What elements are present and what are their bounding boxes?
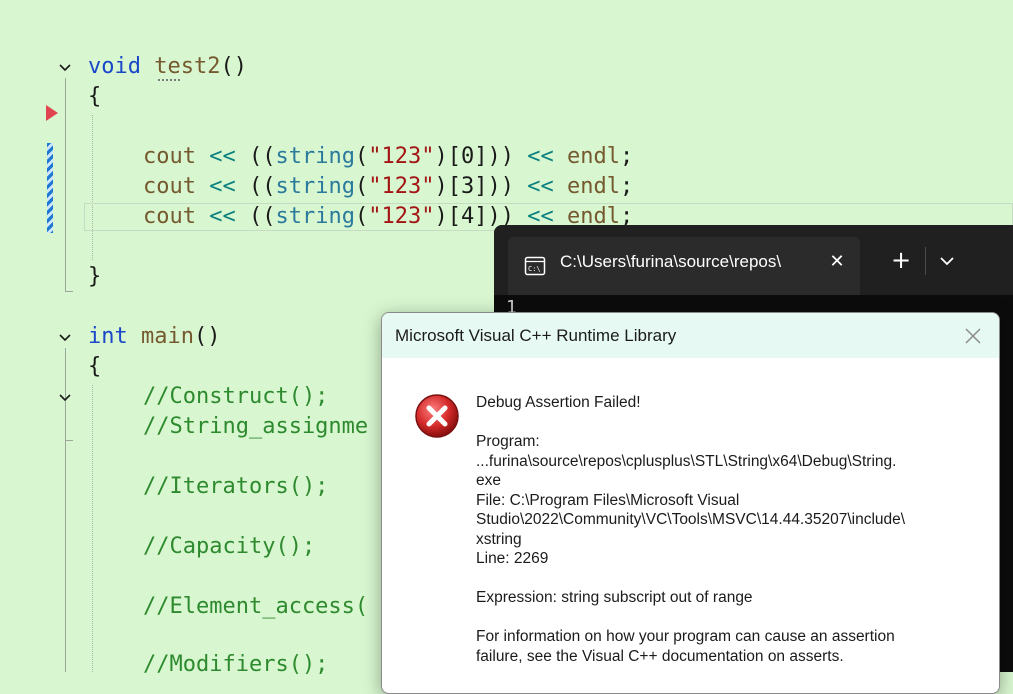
code-line-main-decl[interactable]: int main() (88, 322, 220, 352)
new-tab-button[interactable]: + (888, 247, 914, 273)
indent-guide (92, 115, 93, 260)
code-line-cout-0[interactable]: cout << ((string("123")[0])) << endl; (143, 142, 633, 172)
endl: endl (566, 144, 620, 169)
program-path: ...furina\source\repos\cplusplus\STL\Str… (476, 452, 897, 470)
code-comment[interactable]: //Element_access( (143, 592, 368, 622)
string-literal: "123" (368, 204, 435, 229)
brace: } (88, 264, 102, 289)
program-path-cont: exe (476, 472, 501, 489)
operator: << (209, 144, 236, 169)
fold-chevron-down-icon[interactable] (56, 59, 74, 77)
function-name: main (141, 324, 194, 349)
terminal-icon: C:\ (524, 255, 546, 277)
stream: cout (143, 174, 196, 199)
paren-open: (( (248, 174, 276, 199)
function-name: test2 (154, 54, 221, 79)
code-comment[interactable]: //Modifiers(); (143, 650, 328, 680)
code-line-open-brace[interactable]: { (88, 352, 101, 382)
fold-chevron-down-icon[interactable] (56, 389, 74, 407)
chevron-down-icon[interactable] (934, 249, 960, 273)
dialog-titlebar[interactable]: Microsoft Visual C++ Runtime Library (382, 313, 999, 358)
operator: << (527, 144, 554, 169)
svg-text:C:\: C:\ (528, 265, 541, 273)
bracket: ] (474, 204, 488, 229)
paren-open: (( (248, 144, 276, 169)
terminal-tab-title: C:\Users\furina\source\repos\ (560, 252, 782, 271)
tab-close-icon[interactable]: ✕ (826, 251, 848, 273)
close-icon[interactable] (962, 325, 984, 347)
terminal-tab-bar: C:\ C:\Users\furina\source\repos\ ✕ + (494, 225, 1013, 295)
file-path-cont: Studio\2022\Community\VC\Tools\MSVC\14.4… (476, 511, 906, 528)
paren: ( (354, 204, 369, 229)
file-path-cont: xstring (476, 530, 522, 548)
paren: ( (354, 144, 369, 169)
dialog-message: Debug Assertion Failed! Program: ...furi… (476, 393, 966, 666)
string-literal: "123" (368, 174, 435, 199)
type-name: string (275, 174, 355, 199)
terminal-tab[interactable]: C:\ C:\Users\furina\source\repos\ ✕ (508, 237, 860, 295)
assertion-dialog[interactable]: Microsoft Visual C++ Runtime Library Deb… (381, 312, 1000, 694)
operator: << (209, 204, 236, 229)
index: 3 (460, 174, 475, 199)
semicolon: ; (619, 174, 634, 199)
fold-guide-end (65, 440, 73, 441)
index: 0 (460, 144, 475, 169)
keyword-void: void (88, 54, 141, 79)
operator: << (527, 174, 554, 199)
code-line-open-brace[interactable]: { (88, 82, 101, 112)
brace: { (88, 354, 102, 379)
stream: cout (143, 204, 196, 229)
info-text: For information on how your program can … (476, 628, 895, 645)
dialog-title: Microsoft Visual C++ Runtime Library (395, 326, 677, 345)
code-line-close-brace[interactable]: } (88, 262, 101, 292)
stream: cout (143, 144, 196, 169)
bracket: [ (447, 144, 461, 169)
bracket: [ (447, 204, 461, 229)
paren: ) (434, 204, 448, 229)
brace: { (88, 84, 102, 109)
parens: () (193, 324, 221, 349)
string-literal: "123" (368, 144, 435, 169)
keyword-int: int (88, 324, 128, 349)
bracket: ] (474, 174, 488, 199)
indent-guide (92, 385, 93, 672)
info-text-cont: failure, see the Visual C++ documentatio… (476, 647, 844, 665)
tab-separator (925, 247, 926, 275)
change-indicator-bar (47, 143, 53, 233)
parens: () (220, 54, 247, 79)
code-line-cout-3[interactable]: cout << ((string("123")[3])) << endl; (143, 172, 633, 202)
code-comment[interactable]: //Construct(); (143, 382, 328, 412)
dialog-heading: Debug Assertion Failed! (476, 394, 641, 411)
type-name: string (275, 144, 355, 169)
index: 4 (460, 204, 475, 229)
program-label: Program: (476, 433, 540, 450)
operator: << (209, 174, 236, 199)
expression: Expression: string subscript out of rang… (476, 589, 753, 606)
line-number: Line: 2269 (476, 550, 549, 567)
paren-open: (( (248, 204, 276, 229)
paren: ( (354, 174, 369, 199)
error-icon (414, 393, 460, 439)
play-arrow-icon[interactable] (46, 105, 58, 121)
paren: ) (434, 174, 448, 199)
code-comment[interactable]: //Capacity(); (143, 532, 315, 562)
bracket: ] (474, 144, 488, 169)
fold-guide-end (65, 291, 73, 292)
paren-close: )) (487, 144, 514, 169)
bracket: [ (447, 174, 461, 199)
endl: endl (566, 174, 620, 199)
file-path: File: C:\Program Files\Microsoft Visual (476, 491, 740, 509)
paren-close: )) (487, 174, 514, 199)
paren: ) (434, 144, 448, 169)
code-comment[interactable]: //Iterators(); (143, 472, 328, 502)
fold-chevron-down-icon[interactable] (56, 329, 74, 347)
code-line-func-decl[interactable]: void test2() (88, 52, 247, 82)
type-name: string (275, 204, 355, 229)
semicolon: ; (619, 144, 634, 169)
fold-guide (65, 78, 66, 292)
info-squiggle (158, 79, 180, 81)
code-comment[interactable]: //String_assignme (143, 412, 368, 442)
